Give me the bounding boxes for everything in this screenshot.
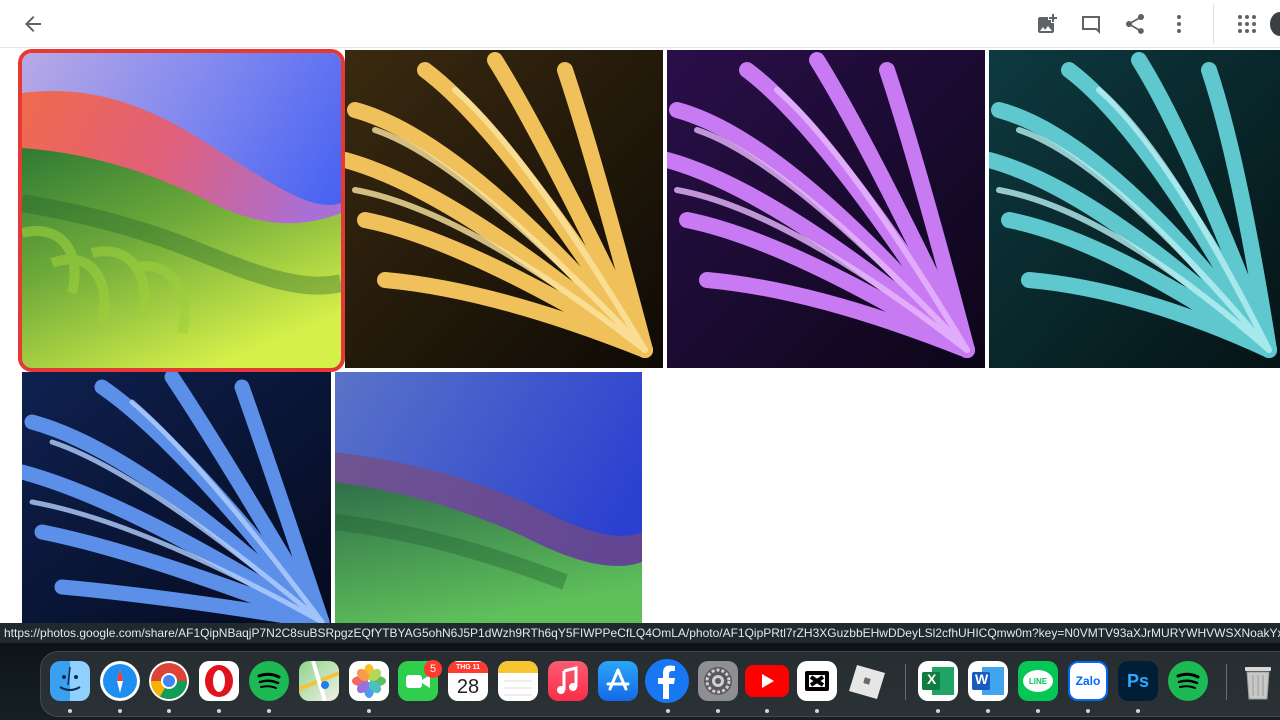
account-avatar[interactable]	[1270, 12, 1280, 36]
photo-tile-blue[interactable]	[22, 372, 331, 623]
dock-music-icon[interactable]	[548, 661, 588, 701]
teal-wallpaper-image	[989, 50, 1280, 368]
dock-capcut-icon[interactable]	[797, 661, 837, 701]
back-button[interactable]	[13, 4, 53, 44]
apps-grid-icon	[1238, 15, 1256, 33]
dock-calendar-icon[interactable]: THG 11 28	[448, 661, 488, 701]
share-icon	[1126, 14, 1144, 34]
dock-separator	[905, 664, 906, 700]
photoshop-label: Ps	[1126, 670, 1150, 691]
excel-letter: X	[927, 671, 937, 687]
dock-roblox-icon[interactable]	[847, 661, 887, 701]
dock-running-indicator	[1136, 709, 1140, 713]
top-toolbar	[0, 0, 1280, 48]
dock-safari-icon[interactable]	[100, 661, 140, 701]
toolbar-divider	[1213, 4, 1214, 44]
dock-running-indicator	[167, 709, 171, 713]
word-letter: W	[975, 671, 989, 687]
dock-running-indicator	[367, 709, 371, 713]
dock-running-indicator	[217, 709, 221, 713]
dock-running-indicator	[118, 709, 122, 713]
dock-running-indicator	[936, 709, 940, 713]
dock-separator	[1226, 664, 1227, 700]
dock-photos-icon[interactable]	[349, 661, 389, 701]
dock-spotify-icon-2[interactable]	[1168, 661, 1208, 701]
photo-tile-purple[interactable]	[667, 50, 985, 368]
dock-running-indicator	[666, 709, 670, 713]
add-photo-icon	[1038, 14, 1057, 33]
gold-wallpaper-image	[345, 50, 663, 368]
photo-tile-gold[interactable]	[345, 50, 663, 368]
dock-zalo-icon[interactable]: Zalo	[1068, 661, 1108, 701]
dock-running-indicator	[765, 709, 769, 713]
dock-running-indicator	[68, 709, 72, 713]
dock-running-indicator	[815, 709, 819, 713]
dock-notes-icon[interactable]	[498, 661, 538, 701]
dock-finder-icon[interactable]	[50, 661, 90, 701]
dock-word-icon[interactable]: W	[968, 661, 1008, 701]
comment-icon	[1082, 16, 1100, 34]
photo-tile-sonoma-green[interactable]	[22, 53, 341, 368]
dock-facebook-icon[interactable]	[645, 659, 689, 703]
link-preview-url: https://photos.google.com/share/AF1QipNB…	[0, 623, 1280, 643]
calendar-month: THG 11	[448, 661, 488, 673]
blue-wallpaper-image	[22, 372, 331, 623]
arrow-left-icon	[25, 16, 41, 32]
dock-opera-icon[interactable]	[199, 661, 239, 701]
purple-wallpaper-image	[667, 50, 985, 368]
dock-system-settings-icon[interactable]	[698, 661, 738, 701]
dock-line-icon[interactable]: LINE	[1018, 661, 1058, 701]
photo-tile-sonoma-blue[interactable]	[335, 372, 642, 623]
dock-maps-icon[interactable]	[299, 661, 339, 701]
more-options-button[interactable]	[1159, 4, 1199, 44]
sonoma-green-wallpaper-image	[22, 53, 341, 368]
dock-appstore-icon[interactable]	[598, 661, 638, 701]
more-vert-icon	[1177, 15, 1181, 33]
dock-photoshop-icon[interactable]: Ps	[1118, 661, 1158, 701]
dock-running-indicator	[986, 709, 990, 713]
apps-button[interactable]	[1227, 4, 1267, 44]
dock-youtube-icon[interactable]	[745, 665, 789, 697]
line-label: LINE	[1023, 670, 1053, 692]
dock-spotify-icon[interactable]	[249, 661, 289, 701]
sonoma-blue-wallpaper-image	[335, 372, 642, 623]
comment-button[interactable]	[1071, 4, 1111, 44]
share-button[interactable]	[1115, 4, 1155, 44]
dock-running-indicator	[716, 709, 720, 713]
dock-excel-icon[interactable]: X	[918, 661, 958, 701]
dock-running-indicator	[267, 709, 271, 713]
dock-trash-icon[interactable]	[1238, 661, 1278, 701]
dock-running-indicator	[1036, 709, 1040, 713]
dock-running-indicator	[1086, 709, 1090, 713]
calendar-day: 28	[456, 675, 480, 698]
zalo-label: Zalo	[1075, 674, 1101, 688]
photo-tile-teal[interactable]	[989, 50, 1280, 368]
add-to-album-button[interactable]	[1027, 4, 1067, 44]
dock-chrome-icon[interactable]	[149, 661, 189, 701]
facetime-notification-badge: 5	[424, 660, 442, 678]
